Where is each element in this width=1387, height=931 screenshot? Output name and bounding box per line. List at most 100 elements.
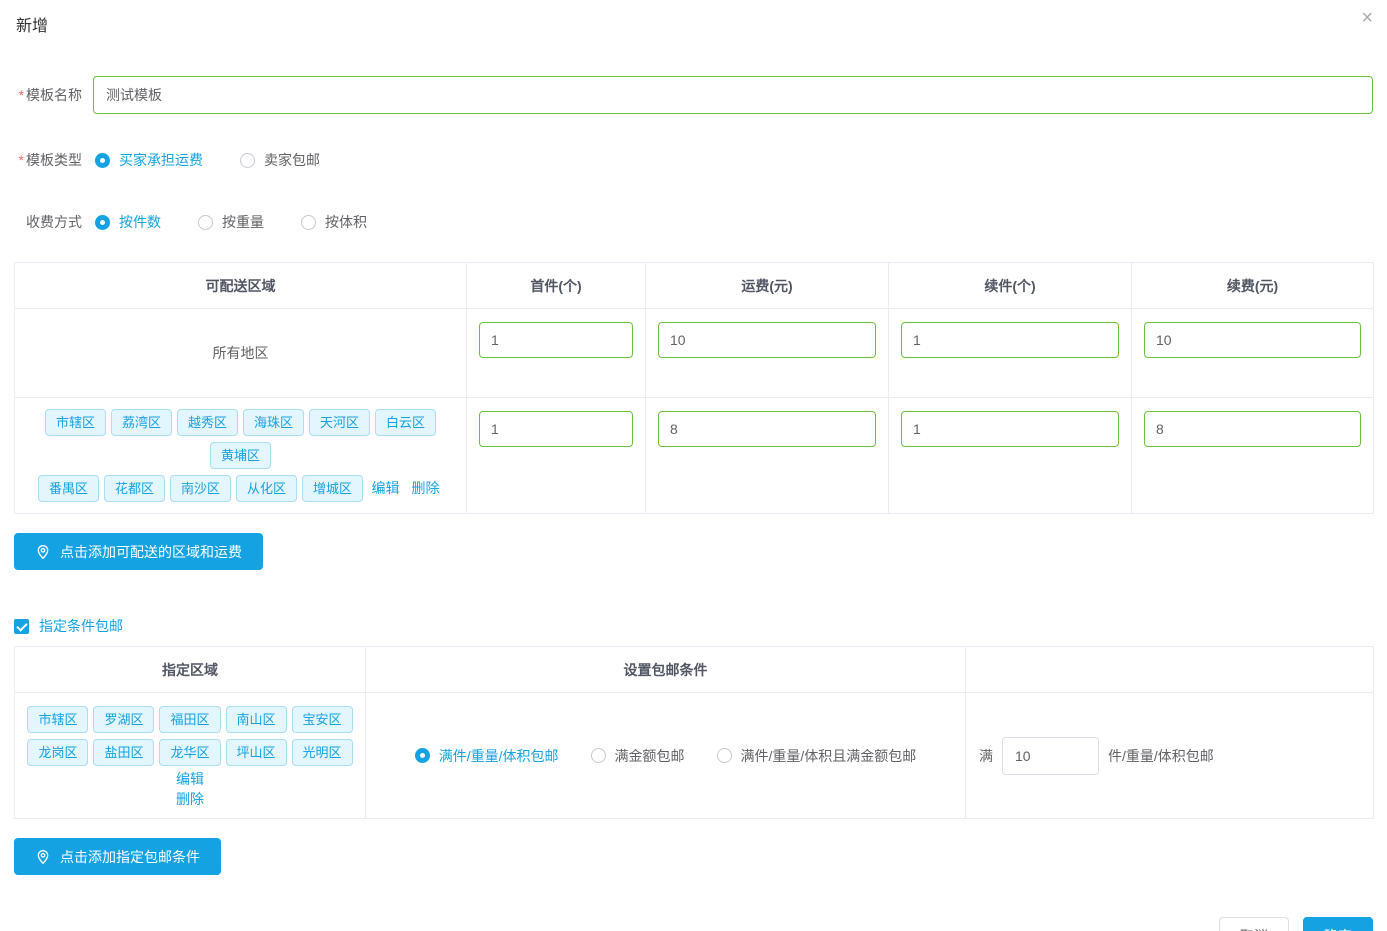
charge-method-row: 收费方式 按件数 按重量 按体积 xyxy=(14,212,1373,232)
radio-label: 按体积 xyxy=(325,212,367,232)
radio-buyer-pays[interactable]: 买家承担运费 xyxy=(95,150,203,170)
checkbox-checked-icon[interactable] xyxy=(14,619,29,634)
area-tag-row: 番禺区花都区南沙区从化区增城区编辑删除 xyxy=(23,472,458,505)
dialog-title: 新增 xyxy=(16,12,48,36)
location-pin-icon xyxy=(35,544,51,560)
delete-link[interactable]: 删除 xyxy=(176,791,204,807)
edit-link[interactable]: 编辑 xyxy=(372,480,400,496)
add-area-button[interactable]: 点击添加可配送的区域和运费 xyxy=(14,533,263,570)
radio-unselected-icon xyxy=(198,215,213,230)
area-tag: 南沙区 xyxy=(170,475,231,502)
add-condition-button-label: 点击添加指定包邮条件 xyxy=(60,847,200,867)
area-all-regions: 所有地区 xyxy=(15,309,467,398)
area-tag: 从化区 xyxy=(236,475,297,502)
free-shipping-condition-table: 指定区域 设置包邮条件 市辖区罗湖区福田区南山区宝安区 龙岗区盐田区龙华区坪山区… xyxy=(14,646,1374,819)
next-fee-input[interactable] xyxy=(1144,322,1361,358)
add-condition-button[interactable]: 点击添加指定包邮条件 xyxy=(14,838,221,875)
confirm-button[interactable]: 确定 xyxy=(1303,917,1373,931)
charge-method-label: 收费方式 xyxy=(14,212,82,232)
area-tag: 宝安区 xyxy=(292,706,353,733)
condition-prefix: 满 xyxy=(979,746,993,766)
template-name-input[interactable] xyxy=(93,76,1373,114)
area-tag-row: 市辖区荔湾区越秀区海珠区天河区白云区黄埔区 xyxy=(23,406,458,472)
area-tag: 龙岗区 xyxy=(27,739,88,766)
radio-label: 按重量 xyxy=(222,212,264,232)
edit-link[interactable]: 编辑 xyxy=(176,771,204,787)
first-count-input[interactable] xyxy=(479,322,633,358)
free-shipping-checkbox-label: 指定条件包邮 xyxy=(39,616,123,636)
freight-input[interactable] xyxy=(658,411,876,447)
close-icon[interactable]: × xyxy=(1361,8,1373,28)
area-tag: 增城区 xyxy=(302,475,363,502)
radio-seller-free-shipping[interactable]: 卖家包邮 xyxy=(240,150,320,170)
area-tag: 荔湾区 xyxy=(111,409,172,436)
area-tag: 坪山区 xyxy=(226,739,287,766)
cancel-button[interactable]: 取消 xyxy=(1219,917,1289,931)
freight-input[interactable] xyxy=(658,322,876,358)
header-next-count: 续件(个) xyxy=(889,263,1132,309)
condition-options: 满件/重量/体积包邮 满金额包邮 满件/重量/体积且满金额包邮 xyxy=(366,746,965,766)
next-count-input[interactable] xyxy=(901,322,1119,358)
header-empty xyxy=(966,647,1374,693)
table-row: 所有地区 xyxy=(15,309,1374,398)
area-tag: 南山区 xyxy=(226,706,287,733)
radio-label: 卖家包邮 xyxy=(264,150,320,170)
radio-by-weight[interactable]: 按重量 xyxy=(198,212,264,232)
area-tag: 越秀区 xyxy=(177,409,238,436)
radio-unselected-icon xyxy=(591,748,606,763)
condition-value-cell: 满 件/重量/体积包邮 xyxy=(966,693,1374,819)
dialog-content: *模板名称 *模板类型 买家承担运费 卖家包邮 收费方式 xyxy=(14,76,1373,931)
template-type-label-text: 模板类型 xyxy=(26,152,82,168)
condition-value-group: 满 件/重量/体积包邮 xyxy=(966,737,1373,775)
first-count-input[interactable] xyxy=(479,411,633,447)
radio-by-quantity-free[interactable]: 满件/重量/体积包邮 xyxy=(415,746,559,766)
area-tag: 福田区 xyxy=(159,706,220,733)
table-header-row: 指定区域 设置包邮条件 xyxy=(15,647,1374,693)
radio-label: 买家承担运费 xyxy=(119,150,203,170)
table-header-row: 可配送区域 首件(个) 运费(元) 续件(个) 续费(元) xyxy=(15,263,1374,309)
area-tag: 番禺区 xyxy=(38,475,99,502)
area-tag: 黄埔区 xyxy=(210,442,271,469)
template-type-options: 买家承担运费 卖家包邮 xyxy=(95,150,357,170)
radio-by-volume[interactable]: 按体积 xyxy=(301,212,367,232)
radio-label: 满金额包邮 xyxy=(615,746,685,766)
radio-unselected-icon xyxy=(301,215,316,230)
header-next-fee: 续费(元) xyxy=(1132,263,1374,309)
dialog-footer: 取消 确定 xyxy=(14,917,1373,931)
header-delivery-area: 可配送区域 xyxy=(15,263,467,309)
required-asterisk: * xyxy=(19,152,24,168)
radio-unselected-icon xyxy=(240,153,255,168)
table-row: 市辖区罗湖区福田区南山区宝安区 龙岗区盐田区龙华区坪山区光明区编辑 删除 满件/… xyxy=(15,693,1374,819)
radio-label: 按件数 xyxy=(119,212,161,232)
condition-area-tags-cell: 市辖区罗湖区福田区南山区宝安区 龙岗区盐田区龙华区坪山区光明区编辑 删除 xyxy=(15,693,366,819)
required-asterisk: * xyxy=(19,87,24,103)
condition-options-cell: 满件/重量/体积包邮 满金额包邮 满件/重量/体积且满金额包邮 xyxy=(366,693,966,819)
header-designated-area: 指定区域 xyxy=(15,647,366,693)
area-tag: 白云区 xyxy=(375,409,436,436)
header-set-condition: 设置包邮条件 xyxy=(366,647,966,693)
charge-method-options: 按件数 按重量 按体积 xyxy=(95,212,404,232)
area-tag-row: 市辖区罗湖区福田区南山区宝安区 xyxy=(23,703,357,736)
radio-by-quantity-and-amount-free[interactable]: 满件/重量/体积且满金额包邮 xyxy=(717,746,917,766)
table-row: 市辖区荔湾区越秀区海珠区天河区白云区黄埔区 番禺区花都区南沙区从化区增城区编辑删… xyxy=(15,398,1374,514)
condition-value-input[interactable] xyxy=(1002,737,1099,775)
area-tag: 市辖区 xyxy=(45,409,106,436)
radio-selected-icon xyxy=(95,215,110,230)
template-name-label: *模板名称 xyxy=(14,85,82,105)
radio-by-piece[interactable]: 按件数 xyxy=(95,212,161,232)
add-area-button-label: 点击添加可配送的区域和运费 xyxy=(60,542,242,562)
location-pin-icon xyxy=(35,849,51,865)
free-shipping-checkbox-row: 指定条件包邮 xyxy=(14,616,1373,636)
radio-unselected-icon xyxy=(717,748,732,763)
next-count-input[interactable] xyxy=(901,411,1119,447)
shipping-fee-table: 可配送区域 首件(个) 运费(元) 续件(个) 续费(元) 所有地区 xyxy=(14,262,1374,514)
next-fee-input[interactable] xyxy=(1144,411,1361,447)
area-tag: 罗湖区 xyxy=(93,706,154,733)
header-first-count: 首件(个) xyxy=(467,263,646,309)
delete-link[interactable]: 删除 xyxy=(412,480,440,496)
template-type-row: *模板类型 买家承担运费 卖家包邮 xyxy=(14,150,1373,170)
area-tag: 海珠区 xyxy=(243,409,304,436)
area-tag: 市辖区 xyxy=(27,706,88,733)
radio-by-amount-free[interactable]: 满金额包邮 xyxy=(591,746,685,766)
template-type-label: *模板类型 xyxy=(14,150,82,170)
